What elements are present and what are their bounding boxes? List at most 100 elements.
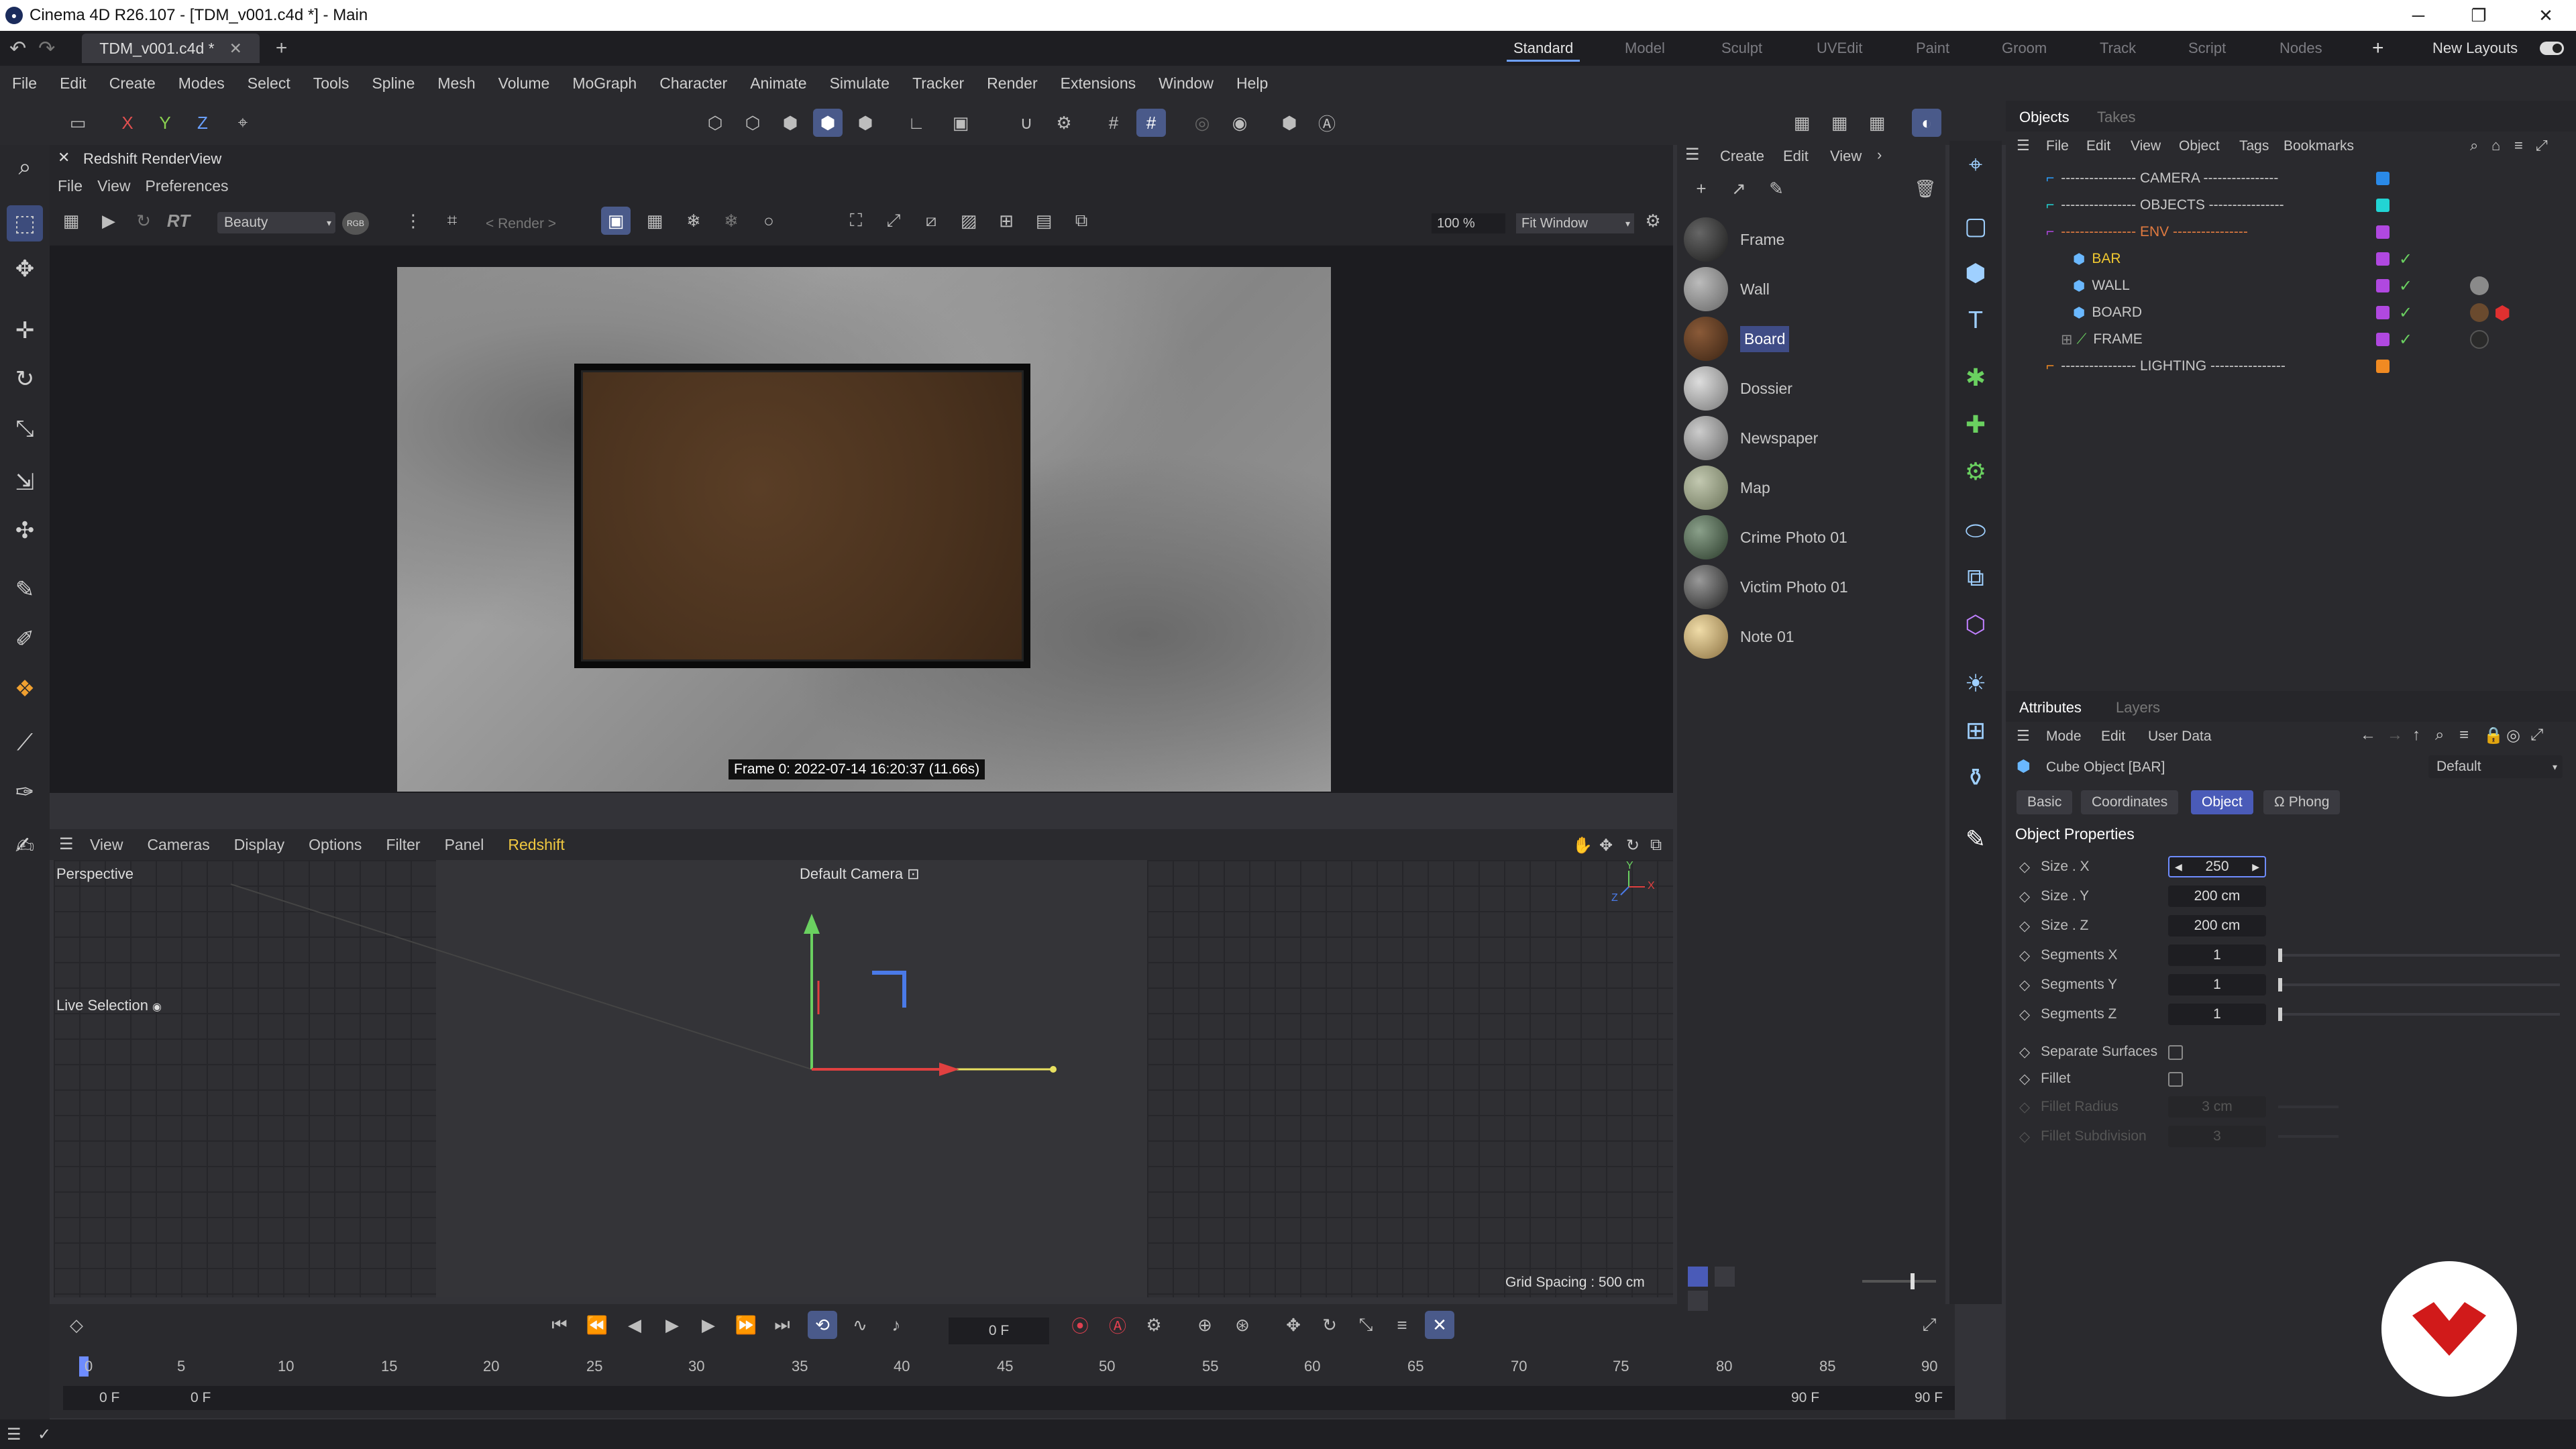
- move-icon[interactable]: ✛: [7, 313, 43, 349]
- snapshot-icon[interactable]: ▨: [954, 207, 983, 235]
- points-mode-icon[interactable]: ⬡: [700, 109, 730, 137]
- range-end[interactable]: 90 F: [1791, 1390, 1819, 1406]
- rotate-icon[interactable]: ↻: [7, 361, 43, 397]
- object-row[interactable]: ⌐ ---------------- CAMERA ---------------…: [2046, 165, 2569, 192]
- maximize-panel-icon[interactable]: ⤢: [2530, 726, 2543, 745]
- status-menu-icon[interactable]: ☰: [7, 1425, 21, 1444]
- size-x-input[interactable]: ◀ 250 ▶: [2168, 856, 2266, 877]
- render-to-picture-viewer-icon[interactable]: ▦: [1825, 109, 1854, 137]
- filter-icon[interactable]: ≡: [2459, 726, 2469, 745]
- key-move-icon[interactable]: ✥: [1279, 1311, 1308, 1339]
- segments-y-input[interactable]: 1: [2168, 974, 2266, 996]
- visible-check-icon[interactable]: ✓: [2399, 330, 2412, 350]
- redshift-icon[interactable]: ◐: [1912, 109, 1941, 137]
- coordinate-system-icon[interactable]: ⌖: [228, 109, 258, 137]
- range-start[interactable]: 0 F: [99, 1390, 119, 1406]
- compare-icon[interactable]: ⧄: [916, 207, 946, 235]
- material-item[interactable]: Frame: [1684, 216, 1939, 263]
- decrement-arrow-icon[interactable]: ◀: [2175, 861, 2182, 873]
- add-material-icon[interactable]: +: [1686, 174, 1716, 203]
- key-rotation-icon[interactable]: ⊛: [1228, 1311, 1257, 1339]
- document-tab[interactable]: TDM_v001.c4d * ✕: [82, 34, 260, 63]
- grid-dots-icon[interactable]: ⋮: [398, 207, 428, 235]
- snap-enable-icon[interactable]: #: [1136, 109, 1166, 137]
- layer-color-swatch[interactable]: [2376, 333, 2390, 346]
- attributes-hamburger-icon[interactable]: ☰: [2017, 727, 2030, 745]
- key-rotate-icon[interactable]: ↻: [1315, 1311, 1344, 1339]
- rt-toggle[interactable]: RT: [164, 207, 193, 235]
- render-play-icon[interactable]: ▶: [94, 207, 123, 235]
- camera-object-icon[interactable]: ⌖: [1956, 145, 1995, 184]
- next-frame-icon[interactable]: ▶: [694, 1311, 723, 1339]
- goto-start-icon[interactable]: ⏮: [545, 1311, 574, 1339]
- pan-icon[interactable]: ✋: [1572, 836, 1593, 855]
- search-icon[interactable]: ⌕: [2435, 726, 2444, 745]
- deformer-icon[interactable]: ⬭: [1956, 511, 1995, 550]
- minimize-button[interactable]: ─: [2388, 0, 2449, 31]
- material-tag-icon[interactable]: [2470, 303, 2489, 322]
- keyframe-diamond-icon[interactable]: ◇: [2019, 918, 2030, 934]
- range-end-2[interactable]: 90 F: [1915, 1390, 1943, 1406]
- clapper-icon[interactable]: ▦: [56, 207, 86, 235]
- render-view-icon[interactable]: ▦: [1787, 109, 1817, 137]
- crop-icon[interactable]: ⌗: [437, 207, 467, 235]
- layout-toggle[interactable]: [2540, 42, 2564, 55]
- objects-menu-bookmarks[interactable]: Bookmarks: [2284, 138, 2354, 154]
- keyframe-icon[interactable]: ◇: [62, 1311, 91, 1339]
- keyframe-diamond-icon[interactable]: ◇: [2019, 888, 2030, 905]
- axis-y-lock[interactable]: Y: [150, 109, 180, 137]
- plane-object-icon[interactable]: ▢: [1956, 207, 1995, 246]
- layer-color-swatch[interactable]: [2376, 199, 2390, 212]
- viewport-menu-options[interactable]: Options: [309, 836, 362, 854]
- brush-icon[interactable]: ⟋: [7, 724, 43, 761]
- menu-edit[interactable]: Edit: [60, 74, 87, 93]
- viewport-menu-cameras[interactable]: Cameras: [147, 836, 209, 854]
- menu-mograph[interactable]: MoGraph: [572, 74, 637, 93]
- keyframe-diamond-icon[interactable]: ◇: [2019, 859, 2030, 875]
- material-hamburger-icon[interactable]: ☰: [1685, 145, 1700, 164]
- mograph-gear-icon[interactable]: ⚙: [1956, 452, 1995, 491]
- target-icon[interactable]: ◎: [2506, 726, 2520, 745]
- trash-icon[interactable]: 🗑: [1911, 174, 1940, 203]
- separate-surfaces-checkbox[interactable]: [2168, 1045, 2183, 1060]
- redshift-object-icon[interactable]: ⚱: [1956, 758, 1995, 797]
- menu-mesh[interactable]: Mesh: [437, 74, 475, 93]
- preset-select[interactable]: Default ▾: [2428, 755, 2563, 778]
- workplane-icon[interactable]: ▣: [946, 109, 975, 137]
- autokey-icon[interactable]: Ⓐ: [1103, 1311, 1132, 1339]
- subtab-object[interactable]: Object: [2191, 790, 2253, 814]
- segments-x-slider[interactable]: [2278, 949, 2560, 962]
- objects-menu-edit[interactable]: Edit: [2086, 138, 2110, 154]
- fit-window-select[interactable]: Fit Window ▾: [1516, 213, 1634, 233]
- freeze-icon[interactable]: ❄: [716, 207, 746, 235]
- key-settings-icon[interactable]: ⚙: [1139, 1311, 1169, 1339]
- eyedropper-icon[interactable]: ✎: [1762, 174, 1791, 203]
- menu-extensions[interactable]: Extensions: [1061, 74, 1136, 93]
- goto-end-icon[interactable]: ⏭: [767, 1311, 797, 1339]
- key-scale-icon[interactable]: ⤡: [1351, 1311, 1381, 1339]
- layer-color-swatch[interactable]: [2376, 225, 2390, 239]
- slider-knob[interactable]: [2278, 949, 2282, 962]
- menu-window[interactable]: Window: [1159, 74, 1214, 93]
- back-arrow-icon[interactable]: ←: [2360, 726, 2376, 745]
- material-menu-create[interactable]: Create: [1720, 148, 1764, 165]
- cube-object-icon[interactable]: ⬢: [1956, 254, 1995, 292]
- lock-icon[interactable]: 🔒: [2483, 726, 2504, 745]
- layout-groom[interactable]: Groom: [2002, 31, 2047, 66]
- layer-color-swatch[interactable]: [2376, 306, 2390, 319]
- objects-menu-object[interactable]: Object: [2179, 138, 2220, 154]
- keyframe-diamond-icon[interactable]: ◇: [2019, 977, 2030, 994]
- rotate-view-icon[interactable]: ↻: [1626, 836, 1640, 855]
- add-layout-icon[interactable]: +: [2372, 31, 2384, 66]
- fit-icon[interactable]: ⛶: [841, 207, 871, 235]
- visible-check-icon[interactable]: ✓: [2399, 276, 2412, 296]
- text-object-icon[interactable]: T: [1956, 301, 1995, 339]
- filter-icon[interactable]: ≡: [2514, 137, 2523, 154]
- forward-arrow-icon[interactable]: →: [2387, 726, 2403, 745]
- paint-icon[interactable]: ✍: [7, 828, 43, 864]
- material-menu-edit[interactable]: Edit: [1783, 148, 1809, 165]
- object-row[interactable]: ⌐ ---------------- LIGHTING -------------…: [2046, 353, 2569, 380]
- objects-menu-file[interactable]: File: [2046, 138, 2069, 154]
- record-icon[interactable]: ⦿: [1065, 1311, 1095, 1339]
- attributes-menu-edit[interactable]: Edit: [2101, 729, 2125, 745]
